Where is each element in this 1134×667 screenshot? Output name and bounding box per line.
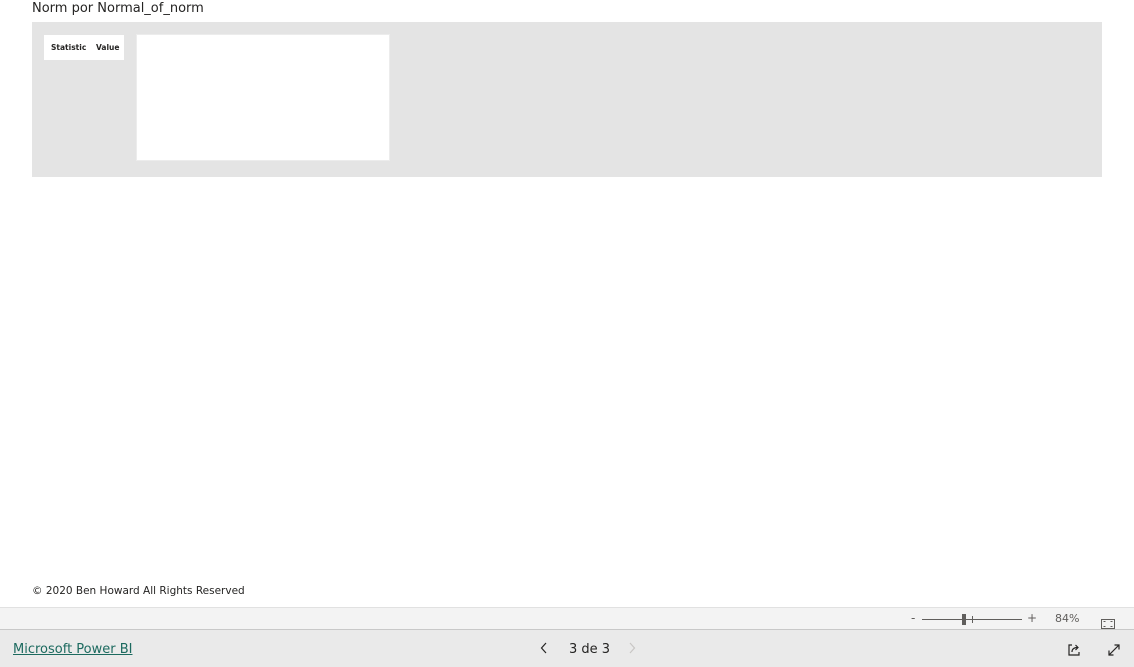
zoom-slider-thumb[interactable] <box>962 614 966 625</box>
zoom-slider-default-tick <box>972 616 973 623</box>
chevron-right-icon <box>626 640 638 656</box>
column-header-statistic[interactable]: Statistic <box>51 43 96 52</box>
zoom-in-button[interactable]: + <box>1027 611 1037 625</box>
visual-panel: Statistic Value <box>32 22 1102 177</box>
zoom-out-button[interactable]: - <box>911 611 915 625</box>
microsoft-power-bi-link[interactable]: Microsoft Power BI <box>13 642 132 657</box>
zoom-level: 84% <box>1055 612 1080 625</box>
fullscreen-icon[interactable] <box>1106 642 1122 658</box>
copyright-text: © 2020 Ben Howard All Rights Reserved <box>32 585 245 597</box>
statistics-table[interactable]: Statistic Value <box>44 35 124 60</box>
chevron-left-icon[interactable] <box>538 640 550 656</box>
zoom-bar: - + 84% <box>0 607 1134 630</box>
fit-to-page-icon[interactable] <box>1101 614 1115 629</box>
blank-visual[interactable] <box>136 34 390 161</box>
share-icon[interactable] <box>1066 642 1082 658</box>
bottom-bar: Microsoft Power BI 3 de 3 <box>0 630 1134 667</box>
report-canvas: Norm por Normal_of_norm Statistic Value … <box>0 0 1134 607</box>
page-indicator: 3 de 3 <box>569 642 611 657</box>
zoom-slider[interactable] <box>922 614 1022 625</box>
column-header-value[interactable]: Value <box>96 43 119 52</box>
page-title: Norm por Normal_of_norm <box>32 1 204 16</box>
